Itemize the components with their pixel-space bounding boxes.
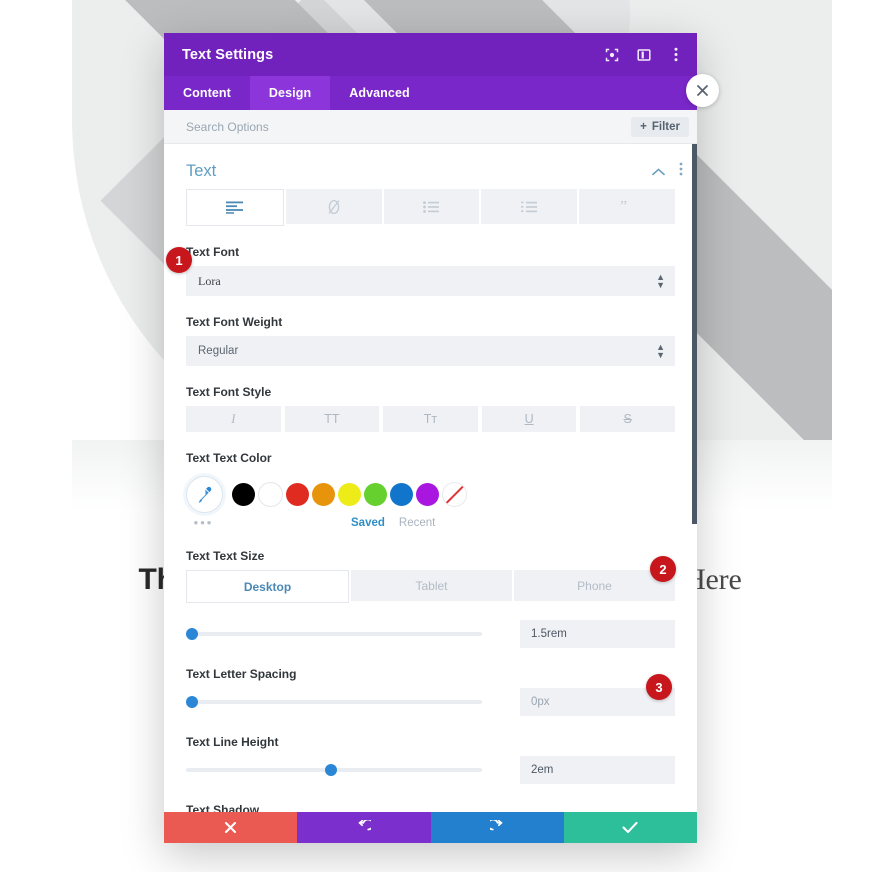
filter-label: Filter xyxy=(651,120,680,133)
line-height-slider-row: 2em xyxy=(164,756,697,784)
modal-title: Text Settings xyxy=(182,46,274,63)
line-height-slider-track[interactable] xyxy=(186,764,482,776)
swatch-blue[interactable] xyxy=(390,483,413,506)
swatch-orange[interactable] xyxy=(312,483,335,506)
swatch-yellow[interactable] xyxy=(338,483,361,506)
unordered-list-icon[interactable] xyxy=(383,189,480,224)
modal-titlebar: Text Settings xyxy=(164,33,697,76)
underline-button[interactable]: U xyxy=(481,406,577,432)
text-settings-modal: Text Settings Content Design Advanced Se… xyxy=(164,33,697,843)
swatch-green[interactable] xyxy=(364,483,387,506)
svg-text:”: ” xyxy=(620,201,627,213)
field-letter-spacing: Text Letter Spacing xyxy=(164,667,697,681)
text-align-icon[interactable] xyxy=(186,189,284,226)
swatch-red[interactable] xyxy=(286,483,309,506)
device-desktop[interactable]: Desktop xyxy=(186,570,349,603)
kebab-menu-icon[interactable] xyxy=(668,47,683,62)
italic-button[interactable]: I xyxy=(186,406,281,432)
letter-spacing-slider-row: 0px xyxy=(164,688,697,716)
plus-icon: + xyxy=(640,120,647,133)
color-swatch-row xyxy=(164,472,697,513)
text-size-slider-track[interactable] xyxy=(185,628,482,640)
text-size-slider-knob[interactable] xyxy=(185,628,198,640)
field-text-size: Text Text Size xyxy=(164,549,697,563)
more-colors-icon[interactable]: ••• xyxy=(186,515,221,530)
cancel-button[interactable] xyxy=(164,812,298,843)
field-text-font-weight: Text Font Weight Regular ▲ ▼ xyxy=(164,315,697,366)
chevron-updown-icon: ▲ ▼ xyxy=(656,272,665,290)
modal-action-bar xyxy=(164,812,697,843)
font-style-buttons: I TT Tᴛ U S xyxy=(164,406,697,432)
chevron-updown-icon: ▲ ▼ xyxy=(656,342,665,360)
letter-spacing-slider-track[interactable] xyxy=(185,696,482,708)
eyedropper-icon[interactable] xyxy=(186,476,223,513)
search-input[interactable] xyxy=(184,118,632,135)
save-button[interactable] xyxy=(563,812,697,843)
swatch-purple[interactable] xyxy=(416,483,439,506)
chevron-up-icon[interactable] xyxy=(652,163,665,181)
annotation-badge-3: 3 xyxy=(646,674,672,700)
strikethrough-button[interactable]: S xyxy=(580,406,675,432)
text-font-weight-select[interactable]: Regular ▲ ▼ xyxy=(186,336,675,366)
annotation-badge-2: 2 xyxy=(650,556,676,582)
field-text-font-style: Text Font Style xyxy=(164,385,697,399)
line-height-input[interactable]: 2em xyxy=(520,756,675,784)
filter-button[interactable]: + Filter xyxy=(631,116,689,137)
text-size-label: Text Text Size xyxy=(186,549,265,563)
saved-colors-link[interactable]: Saved xyxy=(351,517,385,529)
text-font-value: Lora xyxy=(198,273,221,288)
text-size-input[interactable]: 1.5rem xyxy=(520,620,675,648)
recent-colors-link[interactable]: Recent xyxy=(399,517,435,529)
device-toggle-row: Desktop Tablet Phone xyxy=(164,570,697,603)
quote-icon[interactable]: ” xyxy=(579,189,675,224)
text-size-slider-row: 1.5rem xyxy=(164,620,697,648)
close-fab-button[interactable] xyxy=(686,74,719,107)
letter-spacing-slider-knob[interactable] xyxy=(185,696,198,708)
annotation-badge-1: 1 xyxy=(166,247,192,273)
text-color-label: Text Text Color xyxy=(186,451,272,465)
swatch-black[interactable] xyxy=(232,483,255,506)
text-font-weight-label: Text Font Weight xyxy=(186,315,283,329)
text-type-toolbar: ” xyxy=(164,189,697,226)
modal-tabs: Content Design Advanced xyxy=(164,76,697,110)
tab-content[interactable]: Content xyxy=(164,76,250,110)
small-caps-button[interactable]: Tᴛ xyxy=(383,406,478,432)
text-font-weight-value: Regular xyxy=(198,345,239,357)
line-height-label: Text Line Height xyxy=(186,735,279,749)
focus-icon[interactable] xyxy=(604,47,619,62)
tab-advanced[interactable]: Advanced xyxy=(330,76,429,110)
undo-button[interactable] xyxy=(297,812,431,843)
modal-body: Text ” Text Font Lora ▲ ▼ Text Font Weig… xyxy=(164,144,697,843)
redo-button[interactable] xyxy=(430,812,564,843)
swatch-white[interactable] xyxy=(258,482,283,507)
search-bar: + Filter xyxy=(164,110,697,144)
letter-spacing-label: Text Letter Spacing xyxy=(186,667,297,681)
text-font-label: Text Font xyxy=(186,245,240,259)
section-title: Text xyxy=(186,162,217,180)
section-header-text: Text xyxy=(164,144,697,189)
panel-layout-icon[interactable] xyxy=(636,47,651,62)
swatch-none[interactable] xyxy=(442,482,467,507)
field-line-height: Text Line Height xyxy=(164,735,697,749)
text-font-style-label: Text Font Style xyxy=(186,385,272,399)
tab-design[interactable]: Design xyxy=(249,76,331,110)
field-text-font: Text Font Lora ▲ ▼ xyxy=(164,245,697,296)
text-font-select[interactable]: Lora ▲ ▼ xyxy=(186,266,675,296)
device-tablet[interactable]: Tablet xyxy=(351,570,512,601)
line-height-slider-knob[interactable] xyxy=(325,764,338,776)
no-style-icon[interactable] xyxy=(285,189,382,224)
color-meta-row: ••• Saved Recent xyxy=(164,513,697,530)
section-kebab-icon[interactable] xyxy=(679,162,683,181)
settings-scroll-pane: Text ” Text Font Lora ▲ ▼ Text Font Weig… xyxy=(164,144,697,843)
field-text-color: Text Text Color xyxy=(164,451,697,465)
ordered-list-icon[interactable] xyxy=(481,189,578,224)
settings-scrollbar[interactable] xyxy=(692,144,697,524)
uppercase-button[interactable]: TT xyxy=(284,406,380,432)
